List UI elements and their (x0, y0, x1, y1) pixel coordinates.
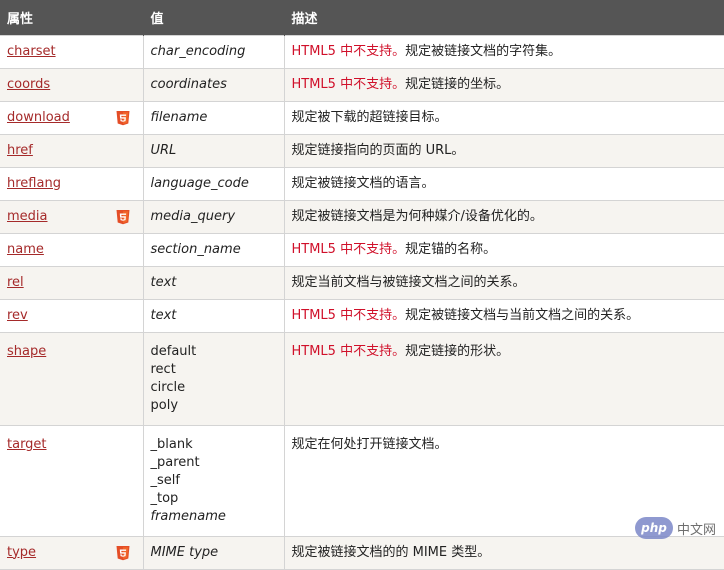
value-option: _parent (150, 454, 200, 470)
table-row: download filename 规定被下载的超链接目标。 (0, 100, 724, 135)
unsupported-note: HTML5 中不支持。 (291, 343, 406, 359)
html5-shield-icon (116, 110, 129, 125)
value-cell: section_name (142, 232, 285, 267)
value-option: _top (150, 490, 179, 506)
description-cell: HTML5 中不支持。规定被链接文档的字符集。 (283, 34, 724, 69)
description-cell: HTML5 中不支持。规定链接的坐标。 (283, 67, 724, 102)
table-header: 属性 值 描述 (0, 0, 724, 35)
value-cell: filename (142, 100, 285, 135)
value-list-cell: default rect circle poly (142, 331, 285, 426)
value-option: poly (150, 397, 179, 413)
description-text: 规定链接的坐标。 (405, 76, 510, 92)
value-list-cell: _blank _parent _self _top framename (142, 424, 285, 537)
table-row: rel text 规定当前文档与被链接文档之间的关系。 (0, 265, 724, 300)
value-cell: URL (142, 133, 285, 168)
description-cell: HTML5 中不支持。规定被链接文档与当前文档之间的关系。 (283, 298, 724, 333)
description-cell: 规定被链接文档的的 MIME 类型。 (283, 535, 724, 570)
description-cell: 规定被链接文档是为何种媒介/设备优化的。 (283, 199, 724, 234)
table-row: coords coordinates HTML5 中不支持。规定链接的坐标。 (0, 67, 724, 102)
unsupported-note: HTML5 中不支持。 (291, 241, 406, 257)
value-cell: language_code (142, 166, 285, 201)
unsupported-note: HTML5 中不支持。 (291, 76, 406, 92)
php-cn-watermark: php 中文网 (634, 517, 716, 539)
watermark-text: 中文网 (676, 522, 716, 538)
value-option: _self (150, 472, 180, 488)
table-row: charset char_encoding HTML5 中不支持。规定被链接文档… (0, 34, 724, 69)
description-text: 规定链接的形状。 (405, 343, 510, 359)
value-cell: text (142, 298, 285, 333)
attr-link-href[interactable]: href (7, 143, 33, 158)
attr-link-media[interactable]: media (7, 209, 48, 224)
table-row: href URL 规定链接指向的页面的 URL。 (0, 133, 724, 168)
attr-link-name[interactable]: name (7, 242, 44, 257)
value-option: circle (150, 379, 186, 395)
attr-link-target[interactable]: target (7, 437, 47, 452)
table-row: shape default rect circle poly HTML5 中不支… (0, 331, 724, 426)
value-cell: coordinates (142, 67, 285, 102)
table-row: hreflang language_code 规定被链接文档的语言。 (0, 166, 724, 201)
attr-link-hreflang[interactable]: hreflang (7, 176, 61, 191)
description-text: 规定被链接文档的语言。 (291, 175, 435, 191)
description-cell: 规定当前文档与被链接文档之间的关系。 (283, 265, 724, 300)
header-description: 描述 (284, 0, 724, 35)
value-cell: media_query (142, 199, 285, 234)
attr-link-download[interactable]: download (7, 110, 70, 125)
table-row: name section_name HTML5 中不支持。规定锚的名称。 (0, 232, 724, 267)
attr-link-rel[interactable]: rel (7, 275, 24, 290)
description-cell: HTML5 中不支持。规定锚的名称。 (283, 232, 724, 267)
attr-link-coords[interactable]: coords (7, 77, 50, 92)
value-cell: MIME type (142, 535, 285, 570)
description-text: 规定在何处打开链接文档。 (291, 436, 448, 452)
attributes-table: 属性 值 描述 charset char_encoding HTML5 中不支持… (0, 0, 724, 570)
attr-link-shape[interactable]: shape (7, 344, 46, 359)
attr-link-type[interactable]: type (7, 545, 36, 560)
table-row: media media_query 规定被链接文档是为何种媒介/设备优化的。 (0, 199, 724, 234)
description-cell: HTML5 中不支持。规定链接的形状。 (283, 331, 724, 426)
unsupported-note: HTML5 中不支持。 (291, 307, 406, 323)
header-attribute: 属性 (0, 0, 144, 35)
table-row: target _blank _parent _self _top framena… (0, 424, 724, 537)
table-row: rev text HTML5 中不支持。规定被链接文档与当前文档之间的关系。 (0, 298, 724, 333)
header-value: 值 (143, 0, 285, 35)
description-cell: 规定被链接文档的语言。 (283, 166, 724, 201)
value-cell: text (142, 265, 285, 300)
value-option: framename (150, 508, 226, 524)
description-cell: 规定被下载的超链接目标。 (283, 100, 724, 135)
description-text: 规定被链接文档的字符集。 (405, 43, 562, 59)
value-option: default (150, 343, 197, 359)
table-row: type MIME type 规定被链接文档的的 MIME 类型。 (0, 535, 724, 570)
description-text: 规定被下载的超链接目标。 (291, 109, 448, 125)
html5-shield-icon (116, 209, 129, 224)
unsupported-note: HTML5 中不支持。 (291, 43, 406, 59)
description-text: 规定被链接文档与当前文档之间的关系。 (405, 307, 640, 323)
php-logo-icon: php (634, 517, 673, 539)
description-text: 规定链接指向的页面的 URL。 (291, 142, 465, 158)
value-cell: char_encoding (142, 34, 285, 69)
description-text: 规定被链接文档是为何种媒介/设备优化的。 (291, 208, 543, 224)
value-option: rect (150, 361, 176, 377)
description-cell: 规定链接指向的页面的 URL。 (283, 133, 724, 168)
html5-shield-icon (116, 545, 129, 560)
attr-link-rev[interactable]: rev (7, 308, 28, 323)
value-option: _blank (150, 436, 193, 452)
description-text: 规定当前文档与被链接文档之间的关系。 (291, 274, 526, 290)
description-text: 规定被链接文档的的 MIME 类型。 (291, 544, 491, 560)
description-text: 规定锚的名称。 (405, 241, 497, 257)
attr-link-charset[interactable]: charset (7, 44, 56, 59)
